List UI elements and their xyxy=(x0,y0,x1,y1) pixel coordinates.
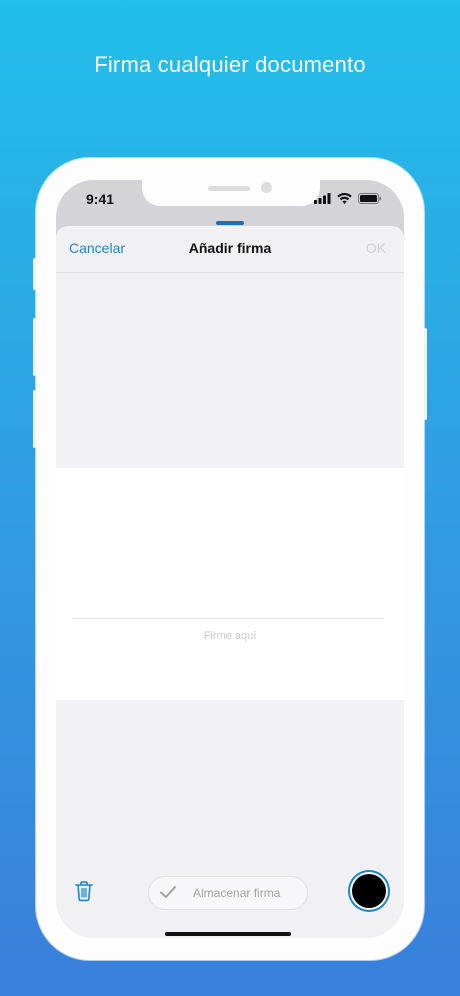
screen: 9:41 Cancelar Añadir firma OK Firme aquí… xyxy=(56,180,404,938)
signature-line xyxy=(72,618,384,619)
signature-hint: Firme aquí xyxy=(203,630,257,642)
signature-pad[interactable]: Firme aquí xyxy=(56,468,404,700)
status-icons xyxy=(314,193,382,204)
checkmark-icon xyxy=(160,886,176,898)
color-picker-button[interactable] xyxy=(352,874,386,908)
phone-frame: 9:41 Cancelar Añadir firma OK Firme aquí… xyxy=(33,158,427,960)
status-time: 9:41 xyxy=(86,191,115,207)
wifi-icon xyxy=(337,193,352,204)
volume-up-button xyxy=(33,318,36,376)
page-title: Añadir firma xyxy=(188,240,272,256)
ok-button[interactable]: OK xyxy=(366,240,386,256)
side-button xyxy=(33,258,36,290)
battery-icon xyxy=(358,193,382,204)
home-indicator xyxy=(165,932,291,936)
sheet-grabber[interactable] xyxy=(216,221,244,225)
notch xyxy=(142,180,320,206)
power-button xyxy=(424,328,427,420)
store-signature-button[interactable]: Almacenar firma xyxy=(148,876,308,910)
headline: Firma cualquier documento xyxy=(94,52,366,77)
speaker xyxy=(208,186,250,191)
volume-down-button xyxy=(33,390,36,448)
camera xyxy=(261,182,272,193)
signal-icon xyxy=(314,193,331,204)
trash-icon[interactable] xyxy=(74,880,94,902)
add-signature-sheet: Cancelar Añadir firma OK Firme aquí Alma… xyxy=(56,226,404,938)
nav-bar: Cancelar Añadir firma OK xyxy=(56,226,404,273)
store-signature-label: Almacenar firma xyxy=(193,886,281,900)
